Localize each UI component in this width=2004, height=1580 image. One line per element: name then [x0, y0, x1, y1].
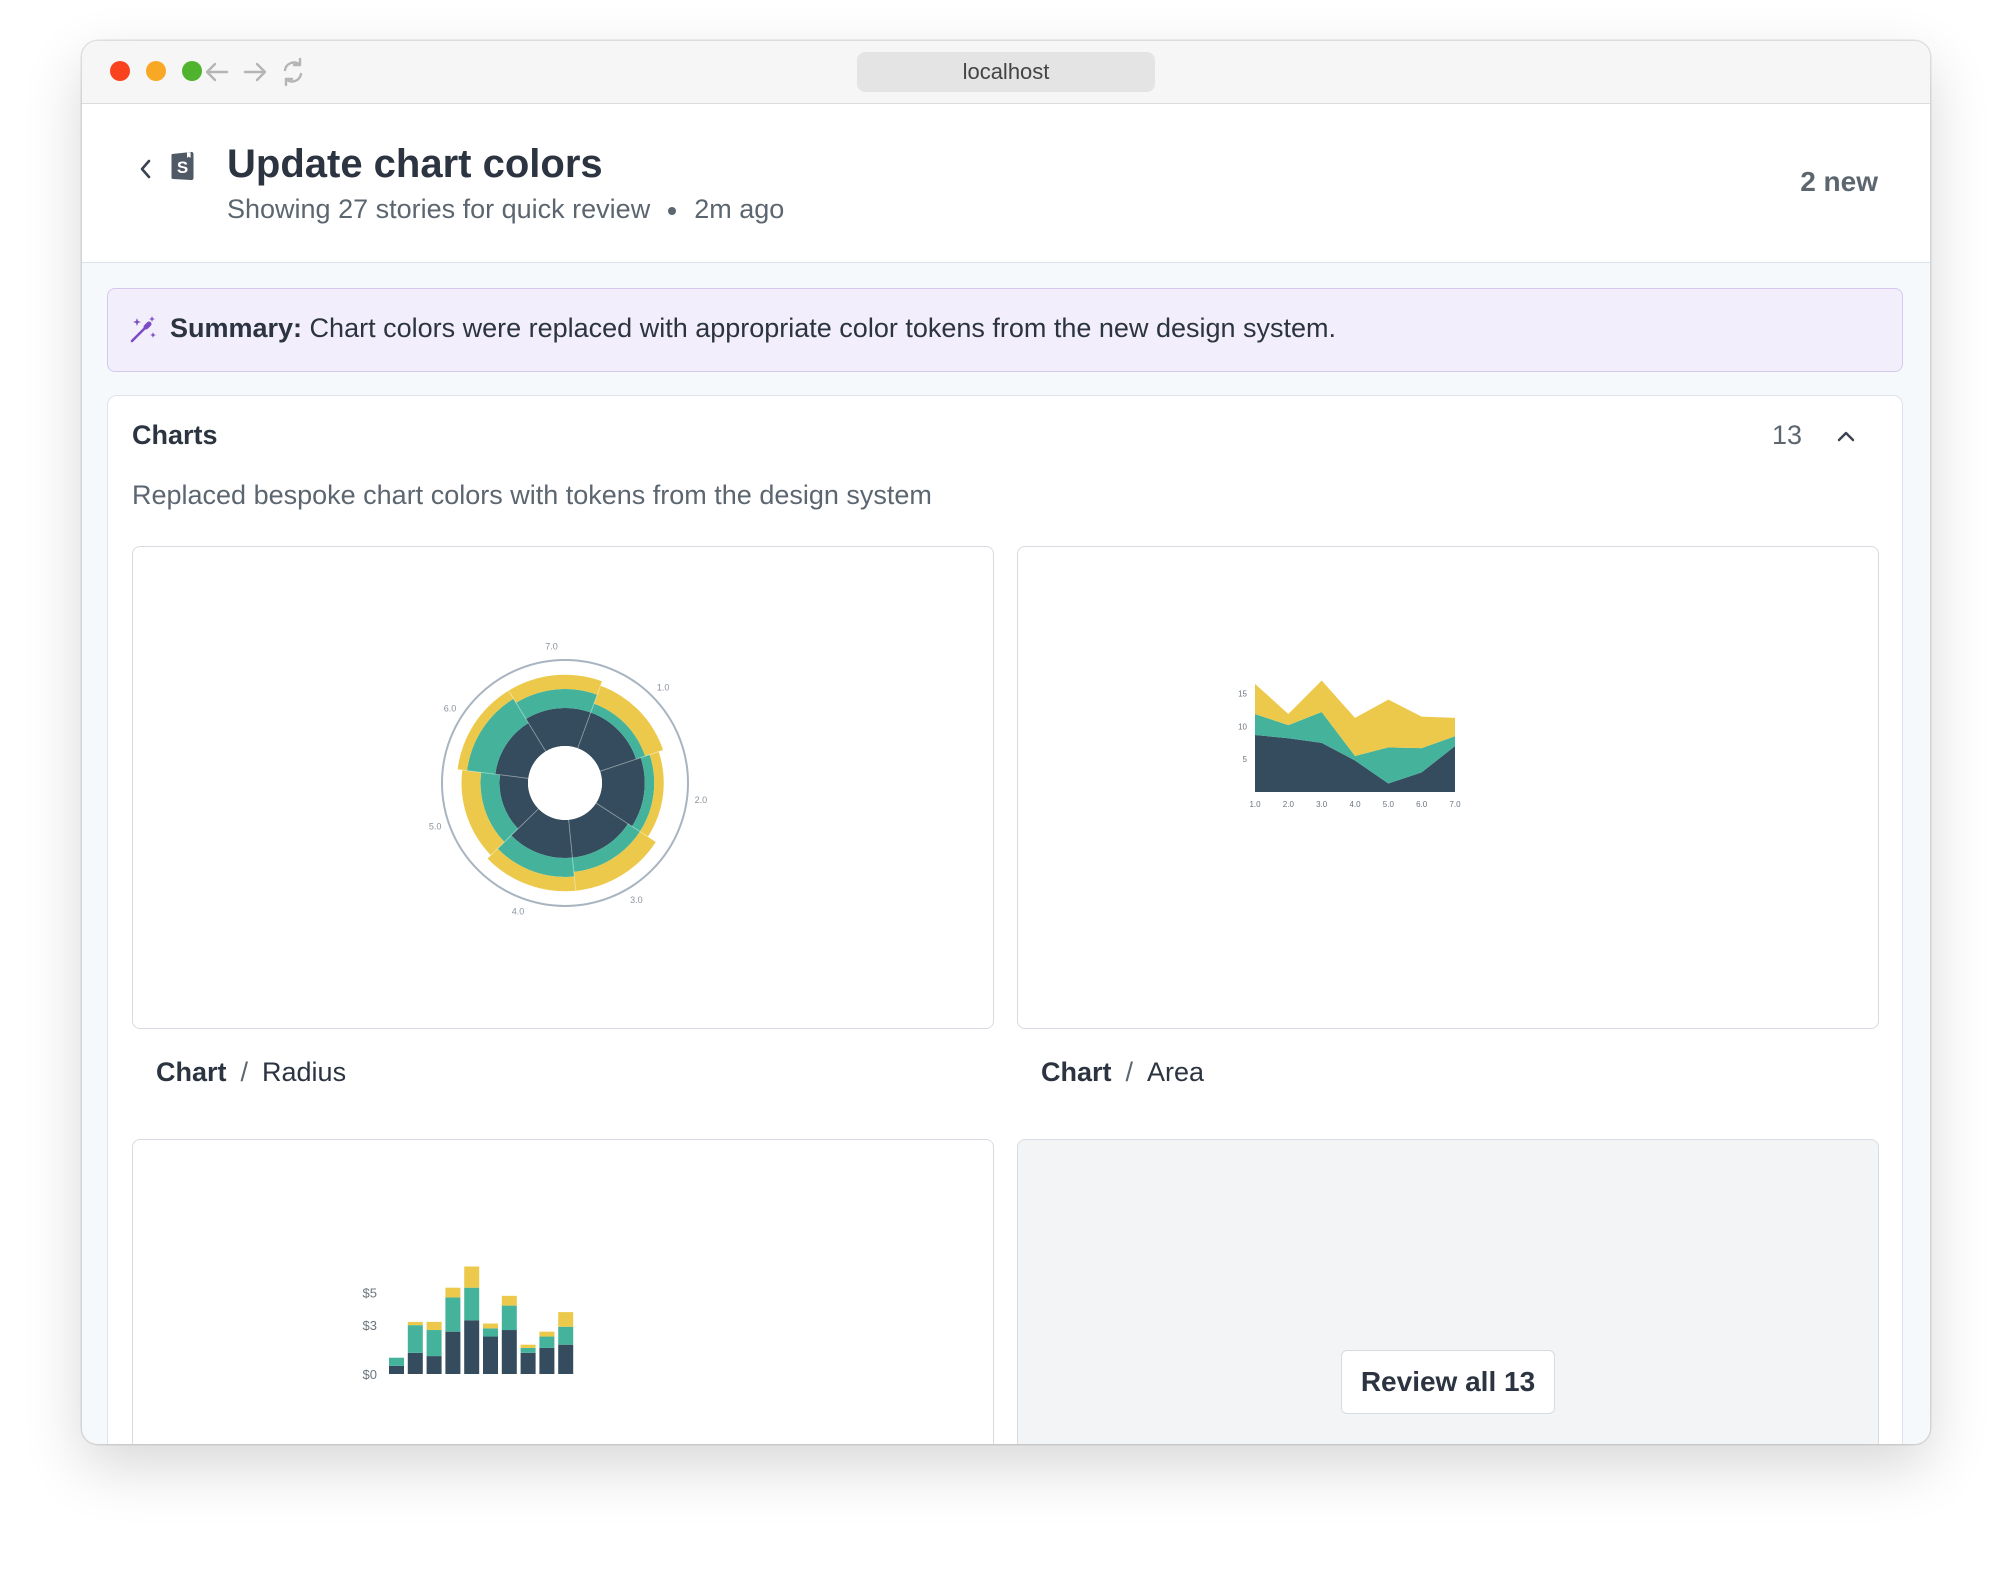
summary-label: Summary: — [170, 313, 303, 343]
story-card-area[interactable]: 1.0 2.0 3.0 4.0 5.0 6.0 7.0 5 10 15 — [1017, 546, 1879, 1029]
radial-center-hole — [528, 746, 602, 820]
radial-category-label: 3.0 — [630, 895, 643, 905]
reload-icon[interactable] — [276, 55, 310, 89]
bar-segment — [539, 1331, 555, 1337]
bar-segment — [445, 1331, 461, 1374]
bar-segment — [426, 1356, 442, 1374]
story-separator: / — [1125, 1057, 1134, 1087]
radial-category-label: 2.0 — [695, 795, 708, 805]
page-content: S Update chart colors Showing 27 stories… — [82, 104, 1930, 1444]
story-card-radius[interactable]: 1.0 2.0 3.0 4.0 5.0 6.0 7.0 — [132, 546, 994, 1029]
bar-segment — [445, 1297, 461, 1332]
area-y-tick-label: 10 — [1238, 722, 1247, 731]
review-all-button[interactable]: Review all 13 — [1341, 1350, 1555, 1414]
bar-segment — [558, 1312, 574, 1327]
bar-y-tick-label: $5 — [363, 1286, 377, 1301]
section-title: Charts — [132, 420, 218, 450]
radial-category-label: 5.0 — [429, 822, 442, 832]
area-x-tick-label: 1.0 — [1249, 800, 1261, 809]
bar-segment — [558, 1326, 574, 1345]
story-name: Area — [1147, 1057, 1205, 1087]
story-label-area[interactable]: Chart / Area — [1041, 1057, 1204, 1088]
section-count-badge: 13 — [1771, 420, 1802, 450]
bar-segment — [483, 1328, 498, 1337]
bar-segment — [407, 1325, 423, 1353]
bar-y-tick-label: $3 — [363, 1318, 377, 1333]
bar-segment — [445, 1287, 461, 1298]
radial-category-label: 6.0 — [444, 704, 457, 714]
area-y-tick-label: 15 — [1238, 690, 1247, 699]
bar-segment — [389, 1357, 404, 1366]
build-timestamp: 2m ago — [694, 194, 785, 224]
radial-category-label: 4.0 — [512, 907, 525, 917]
maximize-window-button[interactable] — [182, 61, 202, 81]
collapse-chevron-icon[interactable] — [1834, 426, 1858, 446]
area-y-tick-label: 5 — [1243, 755, 1248, 764]
back-arrow-icon[interactable] — [200, 55, 234, 89]
browser-window: localhost S Update chart colors Showing … — [82, 41, 1930, 1444]
page-subtitle: Showing 27 stories for quick review 2m ag… — [227, 194, 784, 225]
story-name: Radius — [262, 1057, 347, 1087]
bar-segment — [520, 1344, 536, 1348]
browser-titlebar: localhost — [82, 41, 1930, 104]
bar-segment — [483, 1336, 498, 1374]
summary-text: Summary: Chart colors were replaced with… — [170, 313, 1336, 344]
story-label-radius[interactable]: Chart / Radius — [156, 1057, 346, 1088]
page-header: S Update chart colors Showing 27 stories… — [82, 104, 1930, 263]
bar-segment — [464, 1320, 480, 1374]
bar-segment — [426, 1330, 442, 1357]
bar-segment — [407, 1352, 423, 1374]
new-changes-count: 2 new — [1800, 166, 1878, 197]
magic-wand-icon — [130, 316, 156, 343]
bar-segment — [464, 1266, 480, 1288]
story-separator: / — [240, 1057, 249, 1087]
area-x-tick-label: 7.0 — [1449, 800, 1461, 809]
bar-segment — [501, 1295, 517, 1306]
bar-segment — [539, 1336, 555, 1348]
back-chevron-icon[interactable] — [134, 154, 156, 184]
bar-chart: $0 $3 $5 — [363, 1266, 574, 1382]
bar-segment — [558, 1344, 574, 1374]
area-chart: 1.0 2.0 3.0 4.0 5.0 6.0 7.0 5 10 15 — [1238, 680, 1461, 809]
bar-segment — [407, 1321, 423, 1326]
minimize-window-button[interactable] — [146, 61, 166, 81]
bar-segment — [501, 1305, 517, 1331]
bar-segment — [464, 1287, 480, 1321]
summary-body: Chart colors were replaced with appropri… — [302, 313, 1337, 343]
address-bar-url: localhost — [962, 59, 1050, 84]
bar-segment — [520, 1347, 536, 1353]
radial-chart: 1.0 2.0 3.0 4.0 5.0 6.0 7.0 — [429, 642, 708, 917]
bar-segment — [389, 1365, 404, 1374]
stories-count-text: Showing 27 stories for quick review — [227, 194, 651, 224]
address-bar[interactable]: localhost — [857, 52, 1155, 92]
story-kind: Chart — [1041, 1057, 1112, 1087]
storybook-logo-icon: S — [171, 151, 194, 181]
radial-category-label: 7.0 — [545, 642, 558, 652]
forward-arrow-icon[interactable] — [238, 55, 272, 89]
separator-dot-icon — [668, 206, 677, 215]
summary-banner: Summary: Chart colors were replaced with… — [107, 288, 1903, 372]
area-x-tick-label: 3.0 — [1316, 800, 1328, 809]
svg-text:S: S — [177, 158, 188, 177]
page-title: Update chart colors — [227, 142, 603, 186]
story-card-bar[interactable]: $0 $3 $5 — [132, 1139, 994, 1444]
close-window-button[interactable] — [110, 61, 130, 81]
story-kind: Chart — [156, 1057, 227, 1087]
area-x-tick-label: 2.0 — [1283, 800, 1295, 809]
area-x-tick-label: 4.0 — [1349, 800, 1361, 809]
area-x-tick-label: 5.0 — [1383, 800, 1395, 809]
more-stories-placeholder: Review all 13 — [1017, 1139, 1879, 1444]
bar-y-tick-label: $0 — [363, 1367, 377, 1382]
section-description: Replaced bespoke chart colors with token… — [132, 480, 932, 510]
charts-section: Charts 13 Replaced bespoke chart colors … — [107, 395, 1903, 1444]
bar-segment — [426, 1321, 442, 1331]
bar-segment — [520, 1352, 536, 1374]
area-x-tick-label: 6.0 — [1416, 800, 1428, 809]
radial-category-label: 1.0 — [657, 682, 670, 692]
bar-segment — [539, 1347, 555, 1374]
bar-segment — [483, 1323, 498, 1329]
bar-segment — [501, 1330, 517, 1374]
